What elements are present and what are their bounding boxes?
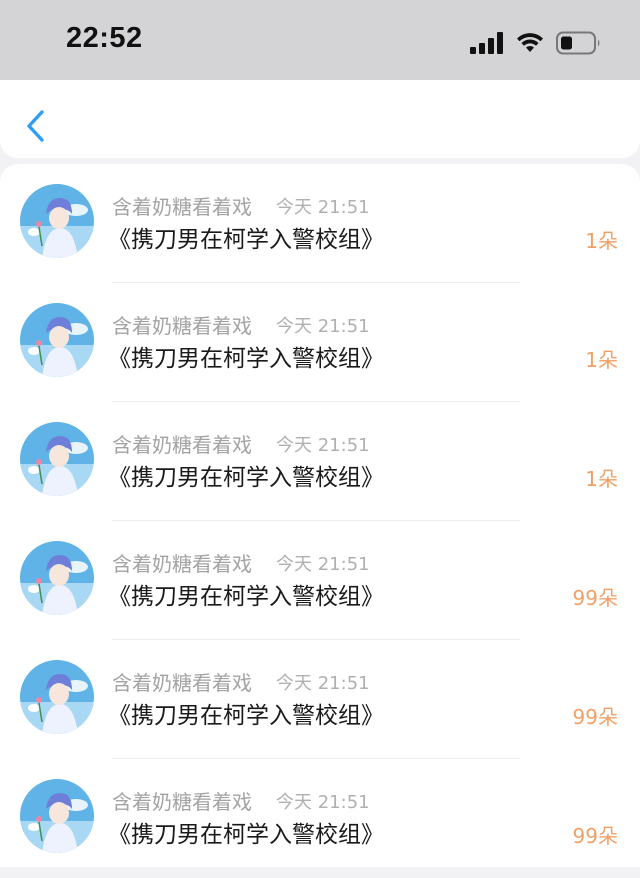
post-time: 今天 21:51	[276, 792, 370, 813]
avatar-image	[20, 184, 94, 258]
avatar-image	[20, 660, 94, 734]
user-name: 含着奶糖看着戏	[112, 790, 252, 814]
avatar[interactable]	[20, 303, 94, 377]
user-name: 含着奶糖看着戏	[112, 433, 252, 457]
user-name: 含着奶糖看着戏	[112, 195, 252, 219]
post-time: 今天 21:51	[276, 435, 370, 456]
post-time: 今天 21:51	[276, 197, 370, 218]
gift-list: 含着奶糖看着戏 今天 21:51 《携刀男在柯学入警校组》 1朵 含着奶糖看着戏…	[0, 164, 640, 867]
list-item[interactable]: 含着奶糖看着戏 今天 21:51 《携刀男在柯学入警校组》 1朵	[0, 402, 640, 521]
avatar-image	[20, 303, 94, 377]
wifi-icon	[517, 33, 543, 52]
post-time: 今天 21:51	[276, 316, 370, 337]
chevron-left-icon[interactable]	[18, 106, 52, 146]
battery-icon	[556, 31, 600, 55]
gift-count: 99朵	[572, 586, 618, 610]
gift-count: 1朵	[585, 348, 618, 372]
avatar[interactable]	[20, 422, 94, 496]
list-item[interactable]: 含着奶糖看着戏 今天 21:51 《携刀男在柯学入警校组》 99朵	[0, 759, 640, 878]
avatar[interactable]	[20, 541, 94, 615]
work-title: 《携刀男在柯学入警校组》	[108, 465, 384, 491]
gift-count: 1朵	[585, 229, 618, 253]
gift-count: 1朵	[585, 467, 618, 491]
work-title: 《携刀男在柯学入警校组》	[108, 703, 384, 729]
user-name: 含着奶糖看着戏	[112, 552, 252, 576]
work-title: 《携刀男在柯学入警校组》	[108, 822, 384, 848]
list-item[interactable]: 含着奶糖看着戏 今天 21:51 《携刀男在柯学入警校组》 1朵	[0, 283, 640, 402]
list-item[interactable]: 含着奶糖看着戏 今天 21:51 《携刀男在柯学入警校组》 99朵	[0, 521, 640, 640]
cellular-signal-icon	[470, 32, 503, 54]
status-time: 22:52	[66, 22, 143, 54]
avatar[interactable]	[20, 779, 94, 853]
post-time: 今天 21:51	[276, 554, 370, 575]
avatar-image	[20, 541, 94, 615]
avatar[interactable]	[20, 660, 94, 734]
work-title: 《携刀男在柯学入警校组》	[108, 584, 384, 610]
post-time: 今天 21:51	[276, 673, 370, 694]
avatar[interactable]	[20, 184, 94, 258]
avatar-image	[20, 779, 94, 853]
nav-bar	[0, 80, 640, 158]
list-item[interactable]: 含着奶糖看着戏 今天 21:51 《携刀男在柯学入警校组》 99朵	[0, 640, 640, 759]
avatar-image	[20, 422, 94, 496]
gift-count: 99朵	[572, 824, 618, 848]
work-title: 《携刀男在柯学入警校组》	[108, 227, 384, 253]
user-name: 含着奶糖看着戏	[112, 671, 252, 695]
gift-count: 99朵	[572, 705, 618, 729]
work-title: 《携刀男在柯学入警校组》	[108, 346, 384, 372]
status-bar: 22:52	[0, 0, 640, 80]
list-item[interactable]: 含着奶糖看着戏 今天 21:51 《携刀男在柯学入警校组》 1朵	[0, 164, 640, 283]
user-name: 含着奶糖看着戏	[112, 314, 252, 338]
